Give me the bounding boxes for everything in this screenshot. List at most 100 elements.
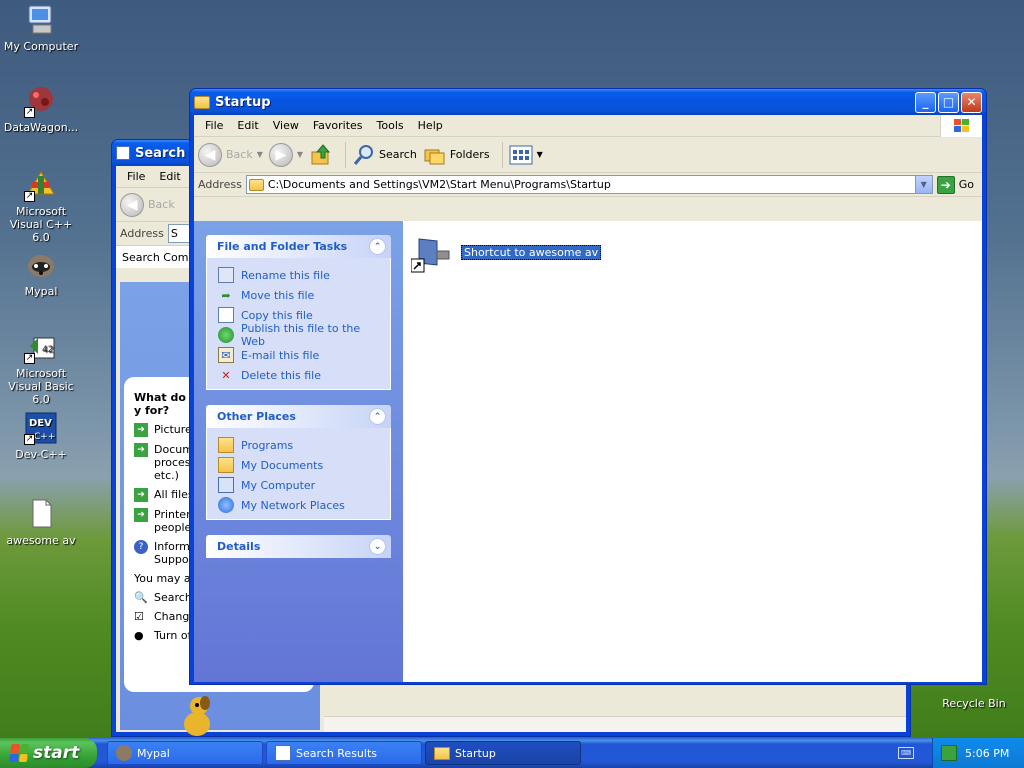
- up-folder-button[interactable]: [309, 143, 333, 167]
- place-programs[interactable]: Programs: [218, 435, 379, 455]
- views-button[interactable]: ▼: [509, 144, 543, 166]
- keyboard-icon[interactable]: ⌨: [898, 747, 914, 759]
- mypal-icon: [24, 248, 58, 282]
- taskbar-item-search-results[interactable]: Search Results: [266, 741, 422, 765]
- desktop-icon-label: Recycle Bin: [942, 697, 1006, 710]
- menu-file[interactable]: File: [120, 168, 152, 185]
- taskbar: start Mypal Search Results Startup ⌨ 5:0…: [0, 738, 1024, 768]
- windows-logo-icon: [940, 115, 982, 137]
- maximize-icon: □: [942, 95, 955, 109]
- back-button[interactable]: ◀ Back ▼: [198, 142, 263, 167]
- desktop-icon-visual-basic[interactable]: 42 ↗ Microsoft Visual Basic 6.0: [0, 330, 82, 406]
- menu-edit[interactable]: Edit: [230, 117, 265, 134]
- startup-window-titlebar[interactable]: Startup _ □ ✕: [190, 89, 986, 115]
- file-folder-tasks-header[interactable]: File and Folder Tasks ⌃: [206, 235, 391, 258]
- desktop-icon-datawagon[interactable]: ↗ DataWagon...: [0, 84, 82, 134]
- collapse-chevron-icon[interactable]: ⌃: [369, 408, 386, 425]
- address-label: Address: [198, 178, 242, 191]
- move-icon: ➦: [221, 288, 231, 302]
- start-button[interactable]: start: [0, 738, 97, 768]
- search-back-button[interactable]: ◀ Back: [120, 192, 175, 217]
- programs-folder-icon: [218, 437, 234, 453]
- desktop-icon-mypal[interactable]: Mypal: [0, 248, 82, 298]
- menu-file[interactable]: File: [198, 117, 230, 134]
- chevron-down-icon: ▼: [920, 180, 927, 189]
- place-network-places[interactable]: My Network Places: [218, 495, 379, 515]
- task-email-file[interactable]: ✉ E-mail this file: [218, 345, 379, 365]
- chevron-down-icon: ▼: [256, 150, 263, 159]
- address-dropdown-button[interactable]: ▼: [914, 176, 932, 193]
- menu-edit[interactable]: Edit: [152, 168, 187, 185]
- assistant-icon: ●: [134, 629, 144, 642]
- datawagon-icon: ↗: [24, 84, 58, 118]
- network-tray-icon[interactable]: [941, 745, 957, 761]
- windows-flag-icon: [8, 744, 30, 762]
- minimize-button[interactable]: _: [915, 91, 936, 113]
- file-folder-tasks-list: Rename this file ➦ Move this file Copy th…: [206, 258, 391, 390]
- desktop-icon-visual-cpp[interactable]: ↗ Microsoft Visual C++ 6.0: [0, 168, 82, 244]
- close-button[interactable]: ✕: [961, 91, 982, 113]
- search-horizontal-scrollbar[interactable]: [324, 716, 906, 732]
- svg-text:DEV: DEV: [29, 418, 52, 429]
- other-places-header[interactable]: Other Places ⌃: [206, 405, 391, 428]
- search-question: What do y for?: [134, 391, 186, 417]
- desktop-icon-label: awesome av: [6, 534, 76, 547]
- desktop-icon-label: Microsoft Visual Basic 6.0: [8, 367, 74, 406]
- address-input[interactable]: C:\Documents and Settings\VM2\Start Menu…: [245, 175, 933, 194]
- visual-basic-icon: 42 ↗: [24, 330, 58, 364]
- visual-cpp-icon: ↗: [24, 168, 58, 202]
- menu-favorites[interactable]: Favorites: [306, 117, 370, 134]
- my-computer-icon: [218, 477, 234, 493]
- forward-arrow-icon: ▶: [268, 142, 293, 167]
- shortcut-arrow-icon: ↗: [24, 191, 35, 202]
- folder-icon: [248, 178, 264, 191]
- file-icon: [24, 497, 58, 531]
- clock[interactable]: 5:06 PM: [965, 747, 1009, 760]
- svg-text:C++: C++: [34, 432, 55, 442]
- task-delete-file[interactable]: ✕ Delete this file: [218, 365, 379, 385]
- folders-icon: [424, 149, 445, 164]
- menu-help[interactable]: Help: [411, 117, 450, 134]
- folders-button[interactable]: Folders: [423, 143, 490, 167]
- globe-icon: [218, 327, 234, 343]
- taskbar-item-mypal[interactable]: Mypal: [107, 741, 263, 765]
- go-button[interactable]: ➔ Go: [936, 175, 974, 194]
- my-documents-icon: [218, 457, 234, 473]
- task-move-file[interactable]: ➦ Move this file: [218, 285, 379, 305]
- maximize-button[interactable]: □: [938, 91, 959, 113]
- folder-icon: [194, 95, 210, 109]
- desktop-icon-dev-cpp[interactable]: DEV C++ ↗ Dev-C++: [0, 411, 82, 461]
- startup-window[interactable]: Startup _ □ ✕ File Edit View Favorites T…: [189, 88, 987, 685]
- search-button[interactable]: Search: [352, 143, 417, 167]
- desktop-icon-my-computer[interactable]: My Computer: [0, 3, 82, 53]
- help-icon: ?: [134, 540, 148, 554]
- green-arrow-icon: ➔: [134, 443, 148, 457]
- network-places-icon: [218, 497, 234, 513]
- file-list-area[interactable]: Shortcut to awesome av: [403, 221, 982, 682]
- menu-tools[interactable]: Tools: [370, 117, 411, 134]
- address-label: Address: [120, 227, 164, 240]
- file-item[interactable]: Shortcut to awesome av: [410, 235, 602, 275]
- up-folder-icon: [311, 143, 331, 164]
- my-computer-icon: [24, 3, 58, 37]
- task-publish-web[interactable]: Publish this file to the Web: [218, 322, 379, 348]
- checkbox-icon: ☑: [134, 610, 144, 623]
- taskbar-item-startup[interactable]: Startup: [425, 741, 581, 765]
- system-tray: 5:06 PM: [932, 738, 1024, 768]
- menu-view[interactable]: View: [266, 117, 306, 134]
- place-my-documents[interactable]: My Documents: [218, 455, 379, 475]
- shortcut-arrow-icon: ↗: [24, 353, 35, 364]
- forward-button[interactable]: ▶ ▼: [268, 142, 303, 167]
- collapse-chevron-icon[interactable]: ⌃: [369, 238, 386, 255]
- copy-icon: [218, 307, 234, 323]
- desktop-icon-label: Dev-C++: [15, 448, 67, 461]
- task-rename-file[interactable]: Rename this file: [218, 265, 379, 285]
- expand-chevron-icon[interactable]: ⌄: [369, 538, 386, 555]
- desktop-icon-label: Microsoft Visual C++ 6.0: [9, 205, 73, 244]
- task-pane: File and Folder Tasks ⌃ Rename this file…: [194, 221, 403, 682]
- search-dog-icon[interactable]: [172, 694, 222, 744]
- menubar: File Edit View Favorites Tools Help: [194, 115, 982, 137]
- details-header[interactable]: Details ⌄: [206, 535, 391, 558]
- desktop-icon-awesome-av[interactable]: awesome av: [0, 497, 82, 547]
- place-my-computer[interactable]: My Computer: [218, 475, 379, 495]
